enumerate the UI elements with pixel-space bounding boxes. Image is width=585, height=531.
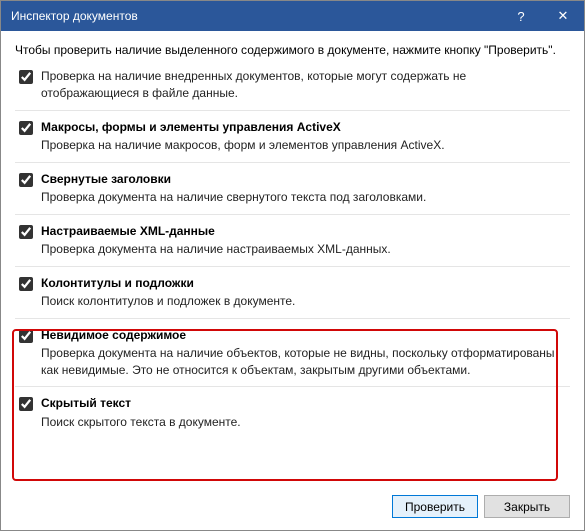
option-headers-watermarks: Колонтитулы и подложки Поиск колонтитуло…	[15, 267, 570, 319]
option-title: Невидимое содержимое	[41, 327, 564, 343]
option-title: Колонтитулы и подложки	[41, 275, 564, 291]
options-list[interactable]: Проверка на наличие внедренных документо…	[15, 65, 570, 485]
option-collapsed-headers: Свернутые заголовки Проверка документа н…	[15, 163, 570, 215]
option-custom-xml: Настраиваемые XML-данные Проверка докуме…	[15, 215, 570, 267]
option-headers-watermarks-checkbox[interactable]	[19, 277, 33, 291]
close-button[interactable]: ✕	[542, 1, 584, 31]
option-hidden-text: Скрытый текст Поиск скрытого текста в до…	[15, 387, 570, 438]
option-embedded-documents: Проверка на наличие внедренных документо…	[15, 66, 570, 111]
inspect-button[interactable]: Проверить	[392, 495, 478, 518]
option-invisible-content: Невидимое содержимое Проверка документа …	[15, 319, 570, 388]
option-macros-activex-checkbox[interactable]	[19, 121, 33, 135]
option-title: Свернутые заголовки	[41, 171, 564, 187]
close-dialog-button[interactable]: Закрыть	[484, 495, 570, 518]
option-embedded-documents-checkbox[interactable]	[19, 70, 33, 84]
option-title: Макросы, формы и элементы управления Act…	[41, 119, 564, 135]
option-custom-xml-checkbox[interactable]	[19, 225, 33, 239]
titlebar: Инспектор документов ? ✕	[1, 1, 584, 31]
option-invisible-content-checkbox[interactable]	[19, 329, 33, 343]
option-desc: Поиск скрытого текста в документе.	[41, 414, 564, 431]
option-desc: Проверка документа на наличие объектов, …	[41, 345, 564, 379]
option-desc: Проверка документа на наличие настраивае…	[41, 241, 564, 258]
option-collapsed-headers-checkbox[interactable]	[19, 173, 33, 187]
option-desc: Проверка документа на наличие свернутого…	[41, 189, 564, 206]
instruction-text: Чтобы проверить наличие выделенного соде…	[1, 31, 584, 65]
option-hidden-text-checkbox[interactable]	[19, 397, 33, 411]
help-button[interactable]: ?	[500, 1, 542, 31]
options-list-wrapper: Проверка на наличие внедренных документо…	[15, 65, 570, 485]
option-macros-activex: Макросы, формы и элементы управления Act…	[15, 111, 570, 163]
option-title: Скрытый текст	[41, 395, 564, 411]
option-title: Настраиваемые XML-данные	[41, 223, 564, 239]
option-desc: Проверка на наличие макросов, форм и эле…	[41, 137, 564, 154]
dialog-title: Инспектор документов	[11, 9, 500, 23]
option-desc: Проверка на наличие внедренных документо…	[41, 68, 564, 102]
dialog-footer: Проверить Закрыть	[1, 485, 584, 528]
option-desc: Поиск колонтитулов и подложек в документ…	[41, 293, 564, 310]
